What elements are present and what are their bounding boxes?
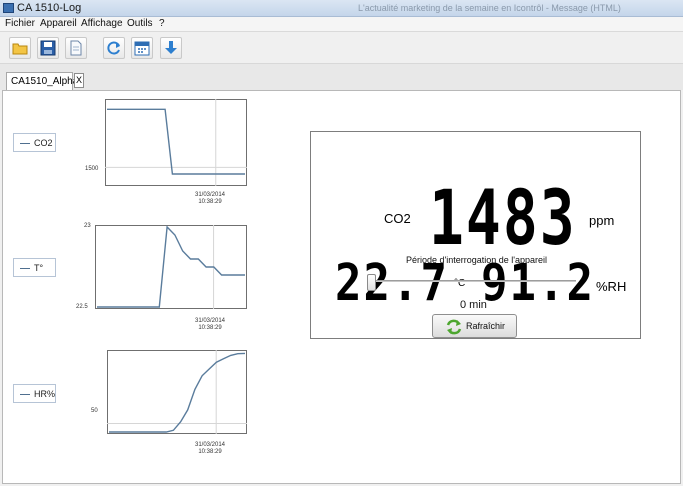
co2-x-label: 31/03/2014 10:38:29 <box>194 192 226 205</box>
plot-frame <box>107 350 247 434</box>
temp-x-label: 31/03/2014 10:38:29 <box>194 318 226 331</box>
window-title: CA 1510-Log <box>17 2 82 14</box>
humidity-y-tick: 50 <box>91 408 98 414</box>
refresh-label: Rafraîchir <box>466 321 506 331</box>
legend-humidity[interactable]: HR% <box>13 384 56 403</box>
humidity-chart <box>107 350 247 434</box>
legend-line-icon <box>20 394 30 395</box>
refresh-icon <box>107 41 120 55</box>
menu-outils[interactable]: Outils <box>127 18 153 29</box>
open-folder-icon <box>12 43 28 55</box>
period-slider-track[interactable] <box>372 280 576 282</box>
menu-help[interactable]: ? <box>159 18 165 29</box>
refresh-button[interactable]: Rafraîchir <box>432 314 517 338</box>
download-button[interactable] <box>160 37 182 59</box>
tab-label: CA1510_Alpha <box>11 76 79 87</box>
temp-y-tick-top: 23 <box>84 223 91 229</box>
title-bar: CA 1510-Log L'actualité marketing de la … <box>0 0 683 17</box>
main-content: CO2 1500 31/03/2014 10:38:29 T° 23 22.5 3… <box>2 90 681 484</box>
legend-line-icon <box>20 268 30 269</box>
temp-y-tick-bottom: 22.5 <box>76 304 88 310</box>
refresh-button[interactable] <box>103 37 125 59</box>
legend-line-icon <box>20 143 30 144</box>
co2-chart <box>105 99 247 186</box>
toolbar <box>0 32 683 64</box>
document-button[interactable] <box>65 37 87 59</box>
legend-temperature[interactable]: T° <box>13 258 56 277</box>
menu-bar: Fichier Appareil Affichage Outils ? <box>0 17 683 32</box>
app-icon <box>3 3 14 13</box>
plot-frame <box>95 225 247 309</box>
period-label: Période d'interrogation de l'appareil <box>406 255 548 265</box>
refresh-arrows-icon <box>446 319 462 335</box>
menu-fichier[interactable]: Fichier <box>5 18 35 29</box>
legend-label: HR% <box>34 389 56 399</box>
calendar-button[interactable] <box>131 37 153 59</box>
chart-plot <box>107 350 247 434</box>
download-icon <box>165 41 177 54</box>
chart-plot <box>95 225 247 309</box>
co2-label: CO2 <box>384 211 411 226</box>
tab-ca1510-alpha[interactable]: CA1510_Alpha <box>6 72 78 90</box>
period-value: 0 min <box>460 299 487 311</box>
chart-plot <box>105 99 247 186</box>
humidity-unit: %RH <box>596 279 627 294</box>
save-button[interactable] <box>37 37 59 59</box>
menu-appareil[interactable]: Appareil <box>40 18 77 29</box>
legend-co2[interactable]: CO2 <box>13 133 56 152</box>
co2-unit: ppm <box>589 213 615 228</box>
co2-value: 1483 <box>429 174 577 263</box>
period-slider-thumb[interactable] <box>367 274 376 291</box>
temperature-chart <box>95 225 247 309</box>
tab-strip: CA1510_Alpha X <box>0 64 683 90</box>
close-tab-button[interactable]: X <box>74 73 84 88</box>
humidity-x-label: 31/03/2014 10:38:29 <box>194 442 226 455</box>
plot-frame <box>105 99 247 186</box>
save-icon <box>40 40 56 56</box>
legend-label: T° <box>34 263 44 273</box>
document-icon <box>70 40 82 56</box>
open-folder-button[interactable] <box>9 37 31 59</box>
calendar-icon <box>134 41 150 56</box>
menu-affichage[interactable]: Affichage <box>81 18 123 29</box>
co2-y-tick: 1500 <box>85 166 99 172</box>
legend-label: CO2 <box>34 138 53 148</box>
background-window-title: L'actualité marketing de la semaine en I… <box>358 3 621 13</box>
